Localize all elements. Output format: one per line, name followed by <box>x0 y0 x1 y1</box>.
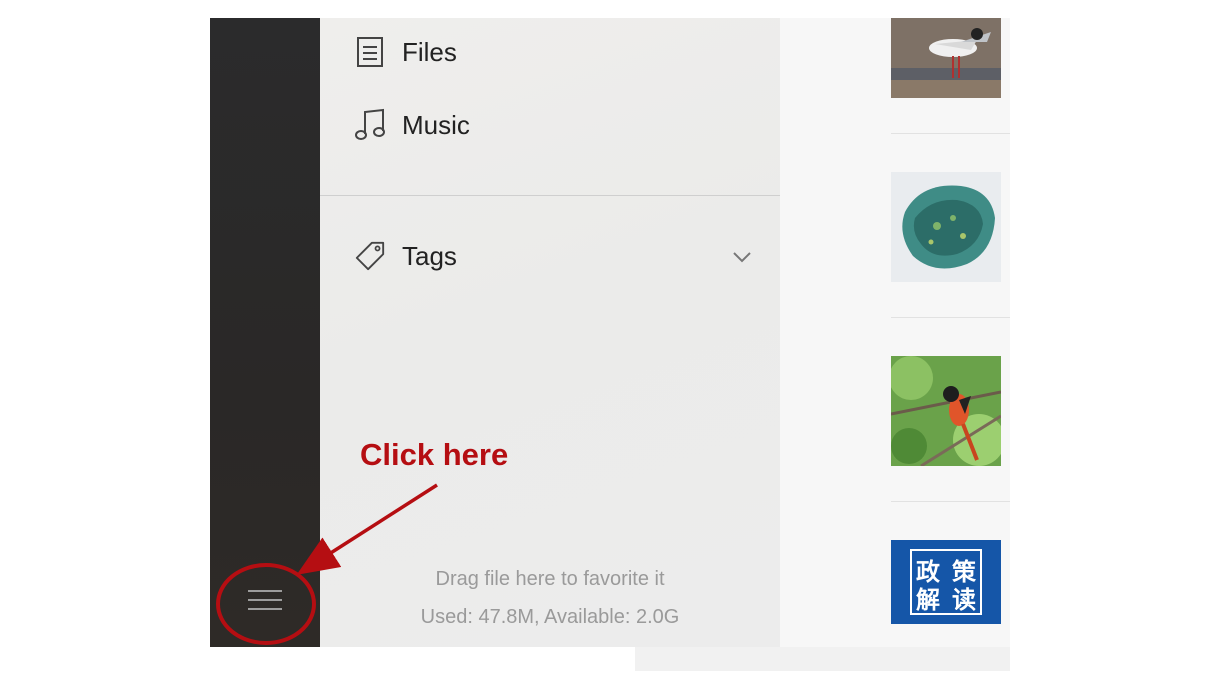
policy-badge-char: 读 <box>952 586 976 614</box>
thumbnail-gull[interactable] <box>891 18 1001 98</box>
policy-badge-char: 解 <box>916 586 940 614</box>
policy-explainer-badge: 政 策 解 读 <box>891 540 1001 624</box>
storage-usage-text: Used: 47.8M, Available: 2.0G <box>420 606 680 628</box>
nav-item-label: Music <box>402 109 470 140</box>
nav-item-tags[interactable]: Tags <box>354 236 457 276</box>
policy-badge-char: 政 <box>916 558 940 586</box>
nav-item-label: Files <box>402 36 457 67</box>
window-shadow-strip <box>635 647 1010 671</box>
tag-icon <box>354 240 386 272</box>
nav-panel: Files Music Tags Drag file here to favor… <box>320 18 780 647</box>
nav-item-files[interactable]: Files <box>354 32 457 72</box>
hamburger-menu-button[interactable] <box>248 584 282 614</box>
hamburger-icon-line <box>248 608 282 610</box>
chevron-down-icon <box>732 250 752 268</box>
hamburger-icon <box>248 590 282 592</box>
thumbnail-divider <box>891 501 1010 502</box>
thumbnail-policy-badge[interactable]: 政 策 解 读 <box>891 540 1001 624</box>
thumbnail-map[interactable] <box>891 172 1001 282</box>
drag-hint-text: Drag file here to favorite it <box>435 568 665 590</box>
redstart-bird-photo <box>891 356 1001 466</box>
thumbnail-bird[interactable] <box>891 356 1001 466</box>
screenshot-stage: Files Music Tags Drag file here to favor… <box>0 0 1225 682</box>
gull-photo <box>891 18 1001 98</box>
nav-divider <box>320 195 780 196</box>
app-window: Files Music Tags Drag file here to favor… <box>210 18 1010 647</box>
annotation-click-here: Click here <box>360 437 509 472</box>
policy-badge-char: 策 <box>952 558 977 586</box>
document-icon <box>354 36 386 68</box>
left-rail <box>210 18 320 647</box>
nav-item-music[interactable]: Music <box>354 105 470 145</box>
music-note-icon <box>354 108 386 141</box>
hamburger-icon-line <box>248 599 282 601</box>
thumbnail-divider <box>891 133 1010 134</box>
island-map <box>891 172 1001 282</box>
thumbnail-divider <box>891 317 1010 318</box>
content-pane: 政 策 解 读 <box>780 18 1010 647</box>
nav-item-label: Tags <box>402 240 457 271</box>
tags-expand-button[interactable] <box>720 244 764 274</box>
